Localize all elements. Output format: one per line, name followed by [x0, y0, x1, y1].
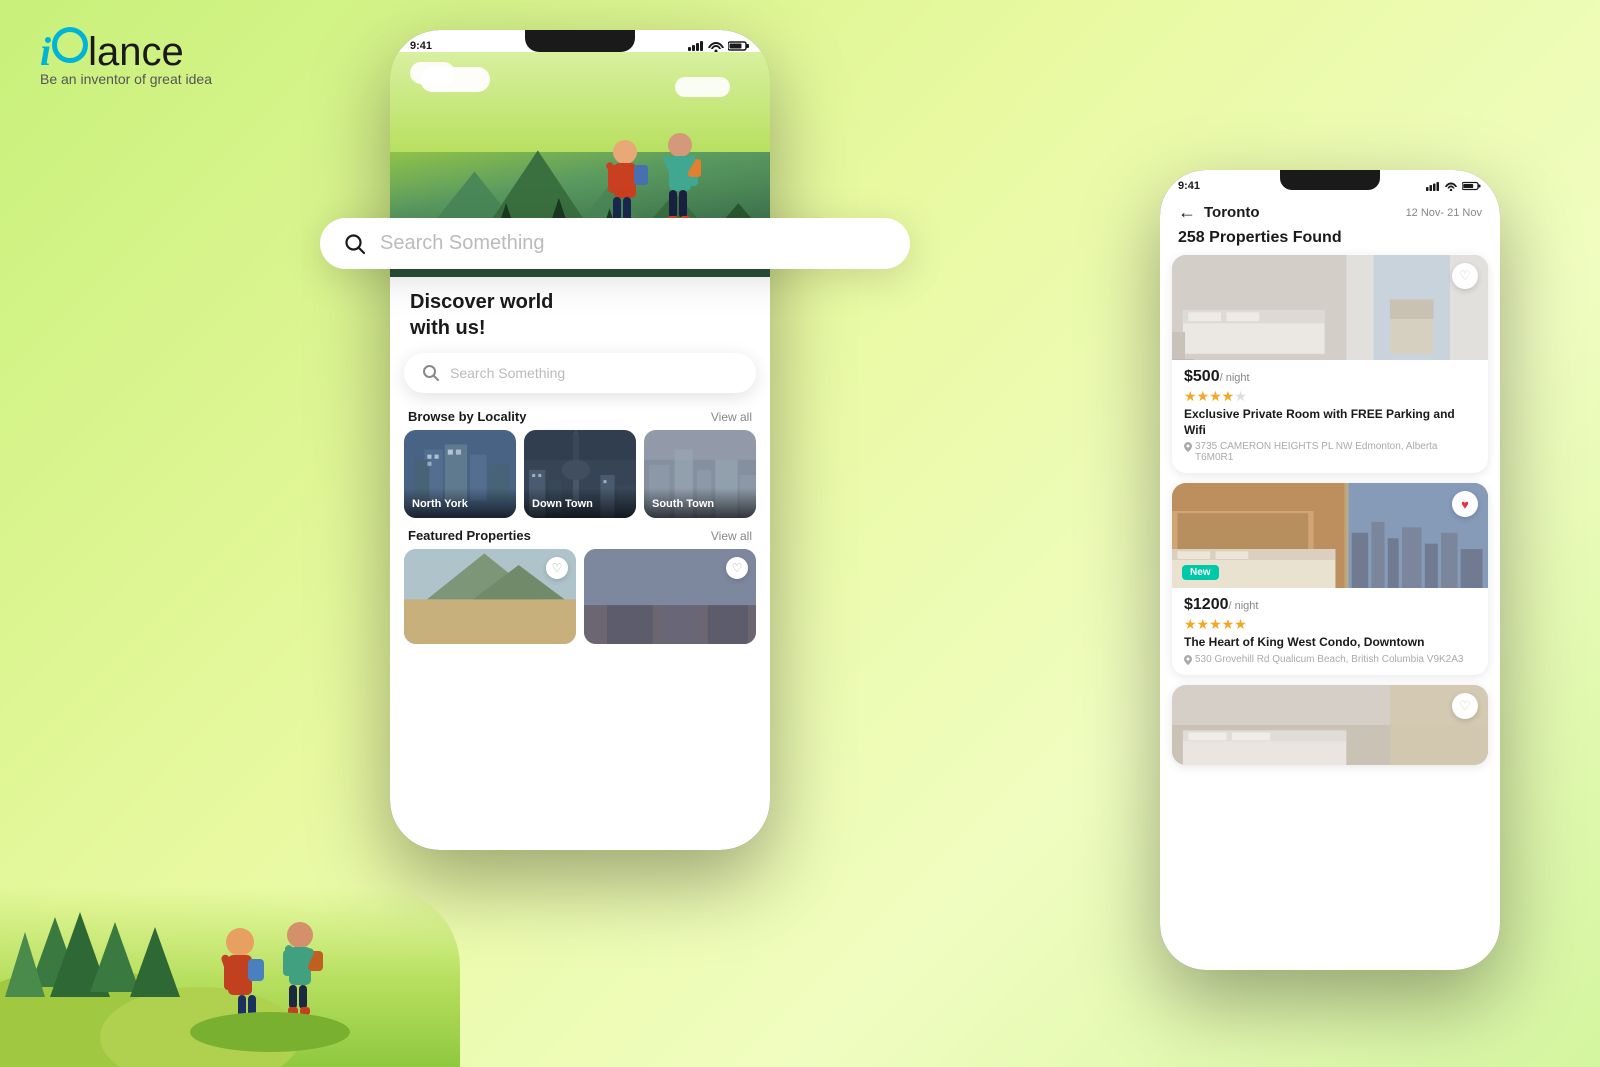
p2-nav: ← Toronto 12 Nov- 21 Nov [1160, 192, 1500, 229]
browse-title: Browse by Locality [408, 409, 526, 424]
prop2-address: 530 Grovehill Rd Qualicum Beach, British… [1184, 654, 1476, 665]
prop2-stars: ★★★★★ [1184, 616, 1476, 633]
prop2-info: $1200/ night ★★★★★ The Heart of King Wes… [1172, 588, 1488, 675]
prop1-price: $500/ night [1184, 368, 1476, 386]
locality-downtown[interactable]: Down Town [524, 430, 636, 518]
prop2-title: The Heart of King West Condo, Downtown [1184, 635, 1476, 651]
prop1-stars: ★★★★★ [1184, 388, 1476, 405]
locality-name-south-town: South Town [652, 498, 714, 510]
p2-time: 9:41 [1178, 180, 1200, 192]
locality-south-town[interactable]: South Town [644, 430, 756, 518]
prop3-bg [1172, 685, 1488, 765]
featured-cards: ♡ ♡ [390, 549, 770, 644]
featured-title: Featured Properties [408, 528, 531, 543]
prop3-image: ♡ [1172, 685, 1488, 765]
back-button[interactable]: ← [1178, 202, 1196, 223]
p1-time: 9:41 [410, 40, 432, 52]
prop1-bg [1172, 255, 1488, 360]
hero-title: Discover world with us! [410, 289, 750, 341]
p1-notch [525, 30, 635, 52]
locality-cards: North York [390, 430, 770, 518]
prop1-heart[interactable]: ♡ [1452, 263, 1478, 289]
prop1-info: $500/ night ★★★★★ Exclusive Private Room… [1172, 360, 1488, 473]
property-card-3[interactable]: ♡ [1172, 685, 1488, 765]
logo-i: i [40, 28, 51, 75]
locality-north-york[interactable]: North York [404, 430, 516, 518]
p2-status-icons [1426, 181, 1482, 191]
floating-search-icon [344, 233, 366, 255]
floating-search-bar[interactable]: Search Something [320, 218, 910, 269]
phone2: 9:41 ← Toronto 12 Nov- 21 Nov 258 Proper… [1160, 170, 1500, 970]
prop2-heart[interactable]: ♥ [1452, 491, 1478, 517]
prop2-bg [1172, 483, 1488, 588]
logo-lance: lance [88, 30, 184, 75]
bg-trees [0, 767, 460, 1067]
property-card-1[interactable]: ♡ $500/ night ★★★★★ Exclusive Private Ro… [1172, 255, 1488, 473]
hero-title-area: Discover world with us! [390, 277, 770, 345]
prop1-address: 3735 CAMERON HEIGHTS PL NW Edmonton, Alb… [1184, 441, 1476, 463]
feat2-heart[interactable]: ♡ [726, 557, 748, 579]
p1-status-icons [688, 40, 750, 52]
phone1-screen: 9:41 [390, 30, 770, 850]
feat1-heart[interactable]: ♡ [546, 557, 568, 579]
prop3-heart[interactable]: ♡ [1452, 693, 1478, 719]
p2-city: Toronto [1204, 204, 1260, 221]
featured-view-all[interactable]: View all [711, 529, 752, 543]
search-icon [422, 364, 440, 382]
p2-dates: 12 Nov- 21 Nov [1406, 207, 1482, 219]
property-card-2[interactable]: ♥ New $1200/ night ★★★★★ The Heart of Ki… [1172, 483, 1488, 675]
featured-card-2[interactable]: ♡ [584, 549, 756, 644]
logo: i lance [40, 28, 212, 75]
logo-tagline: Be an inventor of great idea [40, 71, 212, 87]
cloud1b [410, 62, 455, 84]
p2-notch [1280, 170, 1380, 190]
prop2-price: $1200/ night [1184, 596, 1476, 614]
phone2-screen: 9:41 ← Toronto 12 Nov- 21 Nov 258 Proper… [1160, 170, 1500, 970]
locality-name-downtown: Down Town [532, 498, 593, 510]
featured-header: Featured Properties View all [390, 518, 770, 549]
logo-q-circle [52, 27, 88, 63]
browse-header: Browse by Locality View all [390, 401, 770, 430]
search-bar[interactable]: Search Something [404, 353, 756, 393]
prop1-title: Exclusive Private Room with FREE Parking… [1184, 407, 1476, 438]
floating-search-text: Search Something [380, 232, 545, 255]
p2-count: 258 Properties Found [1160, 229, 1500, 255]
locality-name-north-york: North York [412, 498, 468, 510]
logo-area: i lance Be an inventor of great idea [40, 28, 212, 87]
search-placeholder: Search Something [450, 365, 565, 381]
featured-card-1[interactable]: ♡ [404, 549, 576, 644]
browse-view-all[interactable]: View all [711, 410, 752, 424]
prop1-image: ♡ [1172, 255, 1488, 360]
prop2-image: ♥ New [1172, 483, 1488, 588]
phone1: 9:41 [390, 30, 770, 850]
prop2-new-badge: New [1182, 565, 1219, 580]
